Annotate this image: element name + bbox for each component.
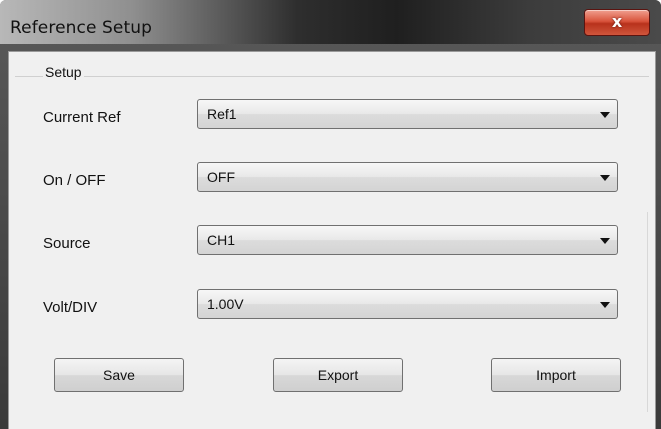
title-bar[interactable]: Reference Setup x [0,0,661,44]
volt-div-label: Volt/DIV [43,299,98,316]
chevron-down-icon [600,175,610,181]
groupbox-edge [647,212,648,412]
chevron-down-icon [600,112,610,118]
chevron-down-icon [600,238,610,244]
on-off-label: On / OFF [43,172,106,189]
on-off-value: OFF [207,169,235,185]
current-ref-label: Current Ref [43,109,121,126]
close-button[interactable]: x [584,9,650,36]
source-dropdown[interactable]: CH1 [197,225,618,255]
volt-div-dropdown[interactable]: 1.00V [197,289,618,319]
export-button[interactable]: Export [273,358,403,392]
source-value: CH1 [207,232,236,248]
chevron-down-icon [600,302,610,308]
save-button[interactable]: Save [54,358,184,392]
reference-setup-window: Reference Setup x Setup Current Ref Ref1… [0,0,661,429]
close-icon: x [611,12,623,31]
current-ref-dropdown[interactable]: Ref1 [197,99,618,129]
current-ref-value: Ref1 [207,106,237,122]
on-off-dropdown[interactable]: OFF [197,162,618,192]
window-title: Reference Setup [10,18,152,38]
source-label: Source [43,235,91,252]
setup-group-label: Setup [43,64,84,80]
dialog-body: Setup Current Ref Ref1 On / OFF OFF Sour… [8,51,656,429]
import-button[interactable]: Import [491,358,621,392]
volt-div-value: 1.00V [207,296,244,312]
